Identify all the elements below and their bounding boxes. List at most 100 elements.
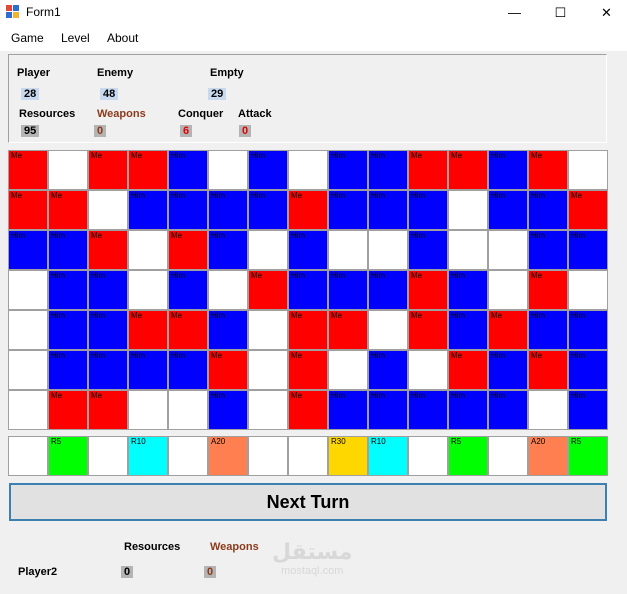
board-cell[interactable]: Him: [48, 350, 88, 390]
board-cell[interactable]: Me: [128, 310, 168, 350]
board-cell[interactable]: Me: [8, 150, 48, 190]
board-cell[interactable]: Me: [248, 270, 288, 310]
board-cell[interactable]: Him: [528, 230, 568, 270]
board-cell[interactable]: Him: [328, 150, 368, 190]
board-cell[interactable]: Me: [88, 390, 128, 430]
board-cell[interactable]: [8, 350, 48, 390]
board-cell[interactable]: [88, 190, 128, 230]
board-cell[interactable]: Him: [448, 390, 488, 430]
resource-cell[interactable]: [88, 436, 128, 476]
close-button[interactable]: ✕: [584, 0, 627, 25]
board-cell[interactable]: Him: [208, 310, 248, 350]
board-cell[interactable]: Him: [568, 310, 608, 350]
board-cell[interactable]: Him: [208, 230, 248, 270]
board-cell[interactable]: Me: [408, 150, 448, 190]
resource-cell[interactable]: [288, 436, 328, 476]
board-cell[interactable]: Me: [448, 150, 488, 190]
menu-game[interactable]: Game: [11, 31, 44, 45]
board-cell[interactable]: [568, 150, 608, 190]
board-cell[interactable]: [248, 350, 288, 390]
board-cell[interactable]: [128, 230, 168, 270]
board-cell[interactable]: [328, 350, 368, 390]
board-cell[interactable]: [248, 230, 288, 270]
board-cell[interactable]: Him: [368, 190, 408, 230]
board-cell[interactable]: Me: [528, 150, 568, 190]
board-cell[interactable]: Me: [8, 190, 48, 230]
board-cell[interactable]: Me: [448, 350, 488, 390]
next-turn-button[interactable]: Next Turn: [9, 483, 607, 521]
board-cell[interactable]: Me: [408, 270, 448, 310]
board-cell[interactable]: Him: [488, 350, 528, 390]
board-cell[interactable]: Me: [288, 310, 328, 350]
board-cell[interactable]: Me: [488, 310, 528, 350]
board-cell[interactable]: Him: [168, 190, 208, 230]
board-cell[interactable]: Him: [288, 270, 328, 310]
board-cell[interactable]: Him: [448, 310, 488, 350]
resource-cell[interactable]: [248, 436, 288, 476]
board-cell[interactable]: Him: [248, 150, 288, 190]
board-cell[interactable]: [248, 310, 288, 350]
board-cell[interactable]: [488, 230, 528, 270]
board-cell[interactable]: [128, 270, 168, 310]
board-cell[interactable]: [8, 310, 48, 350]
board-cell[interactable]: Him: [48, 230, 88, 270]
board-cell[interactable]: [568, 270, 608, 310]
title-bar[interactable]: Form1 — ☐ ✕: [0, 0, 627, 25]
board-cell[interactable]: Him: [368, 270, 408, 310]
board-cell[interactable]: Him: [288, 230, 328, 270]
board-cell[interactable]: Him: [168, 150, 208, 190]
board-cell[interactable]: Me: [568, 190, 608, 230]
board-cell[interactable]: Him: [488, 190, 528, 230]
board-cell[interactable]: [8, 390, 48, 430]
board-cell[interactable]: Me: [528, 350, 568, 390]
resource-cell[interactable]: R10: [128, 436, 168, 476]
board-cell[interactable]: Me: [328, 310, 368, 350]
board-cell[interactable]: Him: [328, 190, 368, 230]
board-cell[interactable]: Me: [288, 390, 328, 430]
board-cell[interactable]: Me: [88, 230, 128, 270]
minimize-button[interactable]: —: [492, 0, 537, 25]
resource-cell[interactable]: R30: [328, 436, 368, 476]
board-cell[interactable]: Me: [528, 270, 568, 310]
menu-about[interactable]: About: [107, 31, 138, 45]
resource-cell[interactable]: [488, 436, 528, 476]
board-cell[interactable]: [208, 270, 248, 310]
board-cell[interactable]: Him: [408, 230, 448, 270]
board-cell[interactable]: Me: [288, 190, 328, 230]
board-cell[interactable]: Me: [168, 230, 208, 270]
board-cell[interactable]: Him: [168, 350, 208, 390]
board-cell[interactable]: Him: [368, 390, 408, 430]
board-cell[interactable]: [368, 230, 408, 270]
board-cell[interactable]: Him: [168, 270, 208, 310]
board-cell[interactable]: Me: [48, 190, 88, 230]
board-cell[interactable]: Him: [328, 270, 368, 310]
board-cell[interactable]: Him: [328, 390, 368, 430]
maximize-button[interactable]: ☐: [538, 0, 583, 25]
board-cell[interactable]: [488, 270, 528, 310]
board-cell[interactable]: Him: [528, 190, 568, 230]
board-cell[interactable]: [448, 230, 488, 270]
board-cell[interactable]: Him: [568, 350, 608, 390]
resource-cell[interactable]: R5: [48, 436, 88, 476]
board-cell[interactable]: [208, 150, 248, 190]
board-cell[interactable]: Him: [488, 150, 528, 190]
board-cell[interactable]: [408, 350, 448, 390]
board-cell[interactable]: Me: [128, 150, 168, 190]
board-cell[interactable]: Him: [88, 350, 128, 390]
resource-cell[interactable]: R10: [368, 436, 408, 476]
board-cell[interactable]: [328, 230, 368, 270]
board-cell[interactable]: Him: [528, 310, 568, 350]
board-cell[interactable]: [248, 390, 288, 430]
board-cell[interactable]: Me: [88, 150, 128, 190]
board-cell[interactable]: [168, 390, 208, 430]
board-cell[interactable]: Him: [208, 390, 248, 430]
board-cell[interactable]: Him: [8, 230, 48, 270]
board-cell[interactable]: [528, 390, 568, 430]
board-cell[interactable]: Me: [48, 390, 88, 430]
board-cell[interactable]: Me: [408, 310, 448, 350]
menu-level[interactable]: Level: [61, 31, 90, 45]
board-cell[interactable]: Him: [408, 190, 448, 230]
board-cell[interactable]: [368, 310, 408, 350]
board-cell[interactable]: [128, 390, 168, 430]
resource-cell[interactable]: R5: [448, 436, 488, 476]
